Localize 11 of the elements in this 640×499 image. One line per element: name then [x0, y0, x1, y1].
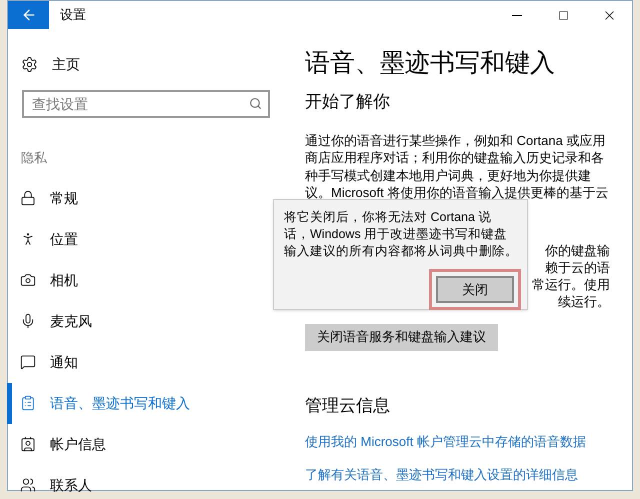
- paragraph-fragment: 你的键盘输: [545, 242, 610, 258]
- section-heading: 管理云信息: [305, 394, 390, 416]
- section-heading: 开始了解你: [305, 91, 390, 113]
- paragraph-fragment: 续运行。: [558, 292, 610, 310]
- paragraph-fragment: 赖于云的语: [545, 258, 610, 276]
- window-title: 设置: [60, 6, 86, 24]
- paragraph-fragment: 常运行。使用: [532, 276, 610, 292]
- popup-message: 将它关闭后，你将无法对 Cortana 说 话，Windows 用于改进墨迹书写和键盘 输入建议的所有内容都将从词典中删除。: [284, 209, 517, 260]
- section-label: 隐私: [21, 149, 47, 167]
- page-title: 语音、墨迹书写和键入: [305, 48, 555, 79]
- description-paragraph: 通过你的语音进行某些操作，例如和 Cortana 或应用 商店应用程序对话；利用你的键盘输入历史记录和各 种手写模式创建本地用户词典，更好地为你提供建 议。Microsoft 将使用你的语音输入提供更棒的基于云: [305, 132, 608, 202]
